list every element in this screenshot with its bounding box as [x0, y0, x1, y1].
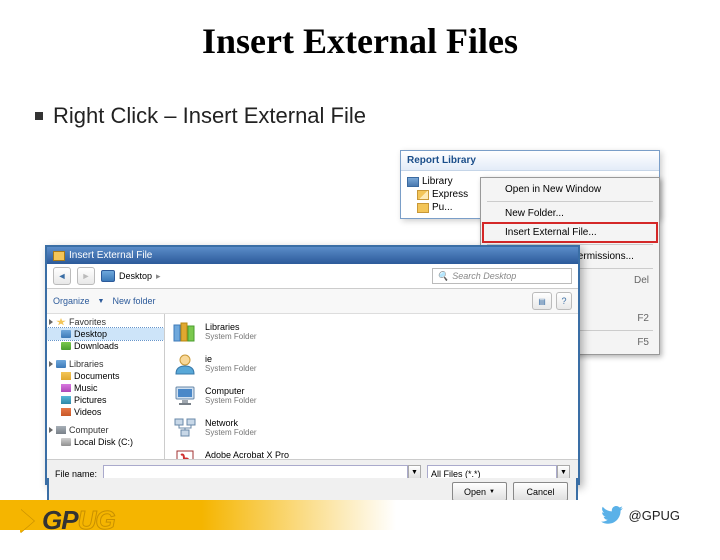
- filename-label: File name:: [55, 469, 97, 479]
- sidebar-pictures[interactable]: Pictures: [47, 394, 164, 406]
- dialog-toolbar: Organize ▼ New folder ▤ ?: [47, 289, 578, 314]
- chevron-logo-icon: [20, 509, 34, 533]
- menu-insert-external-file[interactable]: Insert External File...: [483, 223, 657, 242]
- tree-node-label: Library: [422, 176, 453, 187]
- view-button[interactable]: ▤: [532, 292, 552, 310]
- dialog-titlebar: Insert External File: [47, 247, 578, 264]
- user-large-icon: [171, 352, 199, 376]
- sidebar-documents[interactable]: Documents: [47, 370, 164, 382]
- nav-forward-button[interactable]: ►: [77, 267, 95, 285]
- menu-new-folder[interactable]: New Folder...: [483, 204, 657, 223]
- videos-icon: [61, 408, 71, 416]
- location-breadcrumb[interactable]: Desktop ▸: [101, 270, 426, 282]
- sidebar-favorites[interactable]: Favorites: [47, 316, 164, 328]
- menu-open-new-window[interactable]: Open in New Window: [483, 180, 657, 199]
- chevron-right-icon: ▸: [156, 271, 161, 282]
- file-item-type: System Folder: [205, 397, 257, 406]
- chevron-down-icon: ▼: [489, 489, 495, 495]
- dialog-sidebar: Favorites Desktop Downloads Libraries Do…: [47, 314, 165, 459]
- sidebar-computer[interactable]: Computer: [47, 424, 164, 436]
- tree-node-label: Pu...: [432, 202, 453, 213]
- pictures-icon: [61, 396, 71, 404]
- dialog-nav-bar: ◄ ► Desktop ▸ 🔍 Search Desktop: [47, 264, 578, 289]
- location-text: Desktop: [119, 271, 152, 281]
- slide-title: Insert External Files: [0, 20, 720, 62]
- file-item-user[interactable]: ieSystem Folder: [169, 350, 574, 378]
- documents-icon: [61, 372, 71, 380]
- menu-separator: [487, 201, 653, 202]
- sidebar-desktop[interactable]: Desktop: [47, 328, 164, 340]
- downloads-icon: [61, 342, 71, 350]
- chevron-down-icon: ▼: [98, 298, 105, 305]
- twitter-handle: @GPUG: [601, 506, 680, 524]
- libraries-large-icon: [171, 320, 199, 344]
- file-item-name: Adobe Acrobat X Pro: [205, 451, 289, 459]
- file-item-libraries[interactable]: LibrariesSystem Folder: [169, 318, 574, 346]
- libraries-icon: [56, 360, 66, 368]
- folder-icon: [417, 203, 429, 213]
- folder-open-icon: [417, 190, 429, 200]
- music-icon: [61, 384, 71, 392]
- shortcut-label: F2: [637, 313, 649, 324]
- expand-icon: [49, 427, 53, 433]
- desktop-icon: [61, 330, 71, 338]
- insert-external-file-dialog: Insert External File ◄ ► Desktop ▸ 🔍 Sea…: [45, 245, 580, 485]
- sidebar-local-disk[interactable]: Local Disk (C:): [47, 436, 164, 448]
- file-item-type: System Folder: [205, 429, 257, 438]
- bullet-list: Right Click – Insert External File: [35, 102, 720, 130]
- window-icon: [53, 251, 65, 261]
- file-item-acrobat[interactable]: Adobe Acrobat X ProShortcut: [169, 446, 574, 459]
- network-large-icon: [171, 416, 199, 440]
- brand-logo: GPUG: [20, 505, 115, 536]
- help-button[interactable]: ?: [556, 292, 572, 310]
- expand-icon: [49, 319, 53, 325]
- expand-icon: [49, 361, 53, 367]
- computer-large-icon: [171, 384, 199, 408]
- star-icon: [56, 318, 66, 326]
- desktop-icon: [101, 270, 115, 282]
- dialog-title-text: Insert External File: [69, 250, 152, 261]
- tree-node-label: Express: [432, 189, 468, 200]
- bullet-square-icon: [35, 112, 43, 120]
- report-library-title: Report Library: [401, 151, 659, 171]
- file-item-type: System Folder: [205, 333, 257, 342]
- file-item-network[interactable]: NetworkSystem Folder: [169, 414, 574, 442]
- new-folder-button[interactable]: New folder: [112, 296, 155, 306]
- twitter-icon: [601, 506, 623, 524]
- file-item-type: System Folder: [205, 365, 257, 374]
- bullet-item: Right Click – Insert External File: [35, 102, 720, 130]
- sidebar-music[interactable]: Music: [47, 382, 164, 394]
- handle-text: @GPUG: [629, 508, 680, 523]
- shortcut-label: Del: [634, 275, 649, 286]
- acrobat-large-icon: [171, 448, 199, 459]
- search-input[interactable]: 🔍 Search Desktop: [432, 268, 572, 284]
- library-icon: [407, 177, 419, 187]
- cancel-button[interactable]: Cancel: [513, 482, 568, 501]
- search-icon: 🔍: [437, 271, 448, 282]
- computer-icon: [56, 426, 66, 434]
- sidebar-videos[interactable]: Videos: [47, 406, 164, 418]
- disk-icon: [61, 438, 71, 446]
- open-button[interactable]: Open ▼: [452, 482, 507, 501]
- nav-back-button[interactable]: ◄: [53, 267, 71, 285]
- sidebar-libraries[interactable]: Libraries: [47, 358, 164, 370]
- search-placeholder: Search Desktop: [452, 271, 516, 281]
- shortcut-label: F5: [637, 337, 649, 348]
- bullet-text: Right Click – Insert External File: [53, 102, 366, 130]
- file-item-computer[interactable]: ComputerSystem Folder: [169, 382, 574, 410]
- brand-text: GPUG: [42, 505, 115, 536]
- file-list[interactable]: LibrariesSystem Folder ieSystem Folder C…: [165, 314, 578, 459]
- sidebar-downloads[interactable]: Downloads: [47, 340, 164, 352]
- organize-button[interactable]: Organize: [53, 296, 90, 306]
